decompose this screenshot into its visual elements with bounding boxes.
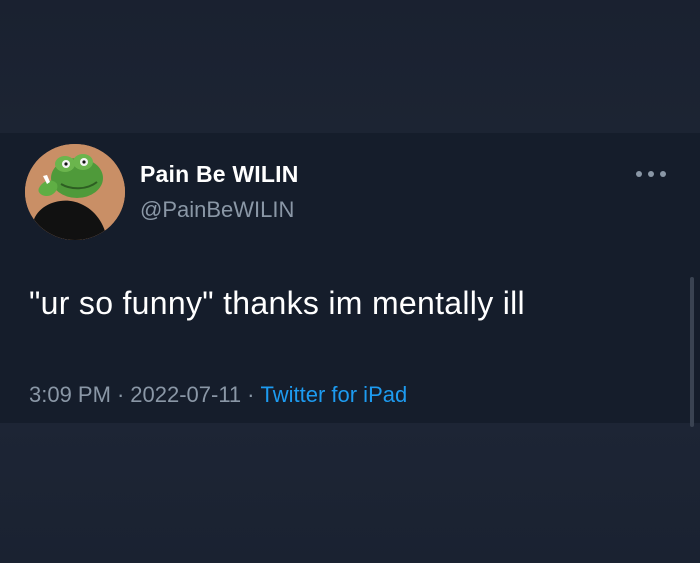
tweet-date[interactable]: 2022-07-11 bbox=[130, 382, 241, 407]
more-options-icon bbox=[648, 171, 654, 177]
tweet-source-link[interactable]: Twitter for iPad bbox=[261, 382, 408, 407]
tweet-text: "ur so funny" thanks im mentally ill bbox=[29, 285, 525, 321]
display-name[interactable]: Pain Be WILIN bbox=[140, 161, 299, 188]
background-bottom bbox=[0, 423, 700, 563]
meta-separator: · bbox=[116, 382, 125, 407]
tweet-time[interactable]: 3:09 PM bbox=[29, 382, 111, 407]
avatar[interactable] bbox=[25, 144, 125, 240]
more-options-button[interactable] bbox=[636, 163, 666, 185]
scrollbar-thumb[interactable] bbox=[690, 277, 694, 427]
background-top bbox=[0, 0, 700, 133]
user-handle[interactable]: @PainBeWILIN bbox=[140, 197, 294, 223]
kermit-avatar-icon bbox=[25, 144, 125, 240]
more-options-icon bbox=[660, 171, 666, 177]
meta-separator: · bbox=[247, 382, 255, 407]
tweet-meta: 3:09 PM · 2022-07-11 · Twitter for iPad bbox=[29, 382, 407, 408]
more-options-icon bbox=[636, 171, 642, 177]
tweet-card: Pain Be WILIN @PainBeWILIN "ur so funny"… bbox=[0, 133, 700, 423]
